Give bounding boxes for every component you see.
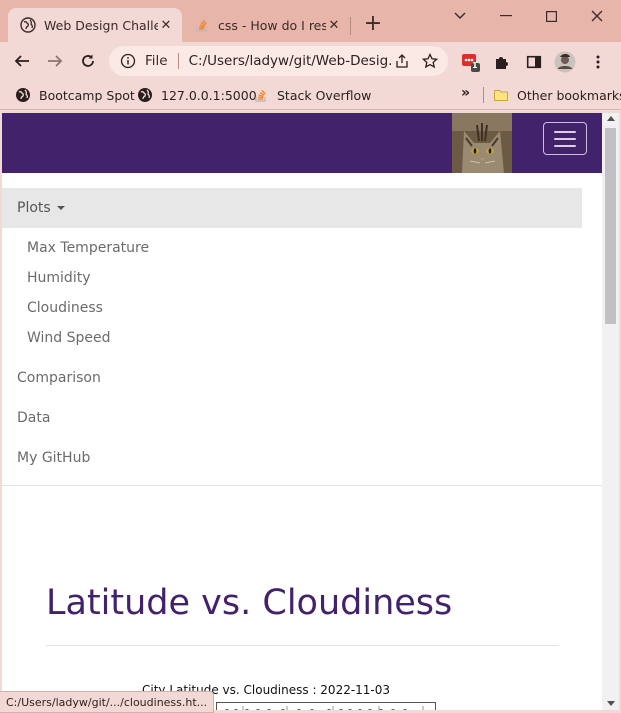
bookmark-label: 127.0.0.1:5000 — [161, 87, 257, 103]
heading-divider — [46, 645, 559, 646]
tab-strip: Web Design Challen ✕ css - How do I resi… — [0, 0, 621, 42]
menu-item-wind-speed[interactable]: Wind Speed — [27, 328, 111, 348]
menu-item-cloudiness[interactable]: Cloudiness — [27, 298, 103, 318]
stackoverflow-icon — [253, 87, 269, 103]
scroll-up-arrow-icon[interactable] — [607, 116, 615, 121]
link-status-bar: C:/Users/ladyw/git/.../cloudiness.ht... — [0, 691, 215, 713]
close-window-button[interactable] — [585, 6, 609, 26]
nav-link-data[interactable]: Data — [17, 408, 50, 428]
globe-icon — [15, 87, 31, 103]
bookmark-localhost[interactable]: 127.0.0.1:5000 — [137, 85, 257, 105]
browser-toolbar: File C:/Users/ladyw/git/Web-Desig... 1 — [0, 42, 621, 80]
close-tab-icon[interactable]: ✕ — [158, 17, 174, 33]
bookmarks-bar: Bootcamp Spot 127.0.0.1:5000 Stack Overf… — [0, 80, 621, 110]
share-icon[interactable] — [392, 51, 412, 71]
tab-web-design-challenge[interactable]: Web Design Challen ✕ — [8, 8, 182, 42]
extensions-puzzle-icon[interactable] — [491, 51, 513, 73]
forward-button[interactable] — [43, 49, 67, 73]
navbar-collapse-menu: Plots Max Temperature Humidity Cloudines… — [2, 173, 602, 486]
navbar-toggle-button[interactable] — [543, 122, 587, 155]
url-text[interactable]: C:/Users/ladyw/git/Web-Desig... — [189, 53, 392, 69]
bookmarks-divider — [483, 87, 484, 103]
address-divider — [177, 53, 179, 69]
other-bookmarks-folder[interactable]: Other bookmarks — [493, 85, 621, 105]
extension-icon[interactable]: 1 — [460, 51, 482, 73]
plots-dropdown-toggle[interactable]: Plots — [2, 188, 582, 228]
tab-separator — [350, 17, 351, 35]
page-title: Latitude vs. Cloudiness — [46, 583, 453, 623]
scroll-down-arrow-icon[interactable] — [607, 701, 615, 706]
minimize-button[interactable] — [494, 6, 518, 26]
plots-label: Plots — [17, 200, 51, 216]
nav-link-comparison[interactable]: Comparison — [17, 368, 101, 388]
page-viewport: Plots Max Temperature Humidity Cloudines… — [2, 113, 602, 710]
maximize-button[interactable] — [539, 6, 563, 26]
browser-menu-icon[interactable] — [587, 51, 609, 73]
menu-item-humidity[interactable]: Humidity — [27, 268, 90, 288]
bookmark-stack-overflow[interactable]: Stack Overflow — [253, 85, 371, 105]
scrollbar-thumb[interactable] — [605, 128, 616, 324]
stackoverflow-icon — [194, 17, 210, 33]
url-scheme-label: File — [145, 53, 168, 69]
globe-icon — [20, 17, 36, 33]
cat-avatar-image — [452, 113, 512, 173]
bookmark-star-icon[interactable] — [420, 51, 440, 71]
info-icon[interactable] — [119, 52, 137, 70]
hamburger-bar — [554, 144, 576, 147]
page-scrollbar[interactable] — [602, 113, 619, 710]
globe-icon — [137, 87, 153, 103]
extension-badge: 1 — [472, 61, 478, 70]
hamburger-bar — [554, 130, 576, 133]
site-navbar — [2, 113, 602, 173]
tab-stackoverflow[interactable]: css - How do I resiz ✕ — [186, 8, 350, 42]
tab-search-icon[interactable] — [448, 6, 472, 26]
side-panel-icon[interactable] — [523, 51, 545, 73]
other-bookmarks-label: Other bookmarks — [517, 87, 621, 103]
tab-title: Web Design Challen — [44, 17, 158, 33]
bookmark-label: Bootcamp Spot — [39, 87, 135, 103]
back-button[interactable] — [10, 49, 34, 73]
hamburger-bar — [554, 137, 576, 140]
chart-image-top — [216, 702, 436, 710]
close-tab-icon[interactable]: ✕ — [326, 17, 342, 33]
bookmark-label: Stack Overflow — [277, 87, 372, 103]
folder-icon — [493, 87, 509, 103]
more-bookmarks-chevron-icon[interactable]: » — [461, 85, 470, 101]
caret-down-icon — [56, 206, 65, 210]
menu-item-max-temperature[interactable]: Max Temperature — [27, 238, 149, 258]
nav-link-my-github[interactable]: My GitHub — [17, 448, 90, 468]
reload-button[interactable] — [76, 49, 100, 73]
profile-avatar[interactable] — [554, 51, 576, 73]
bookmark-bootcamp-spot[interactable]: Bootcamp Spot — [15, 85, 135, 105]
tab-title: css - How do I resiz — [218, 17, 326, 33]
address-bar[interactable]: File C:/Users/ladyw/git/Web-Desig... — [109, 46, 448, 76]
new-tab-button[interactable]: + — [362, 13, 384, 36]
